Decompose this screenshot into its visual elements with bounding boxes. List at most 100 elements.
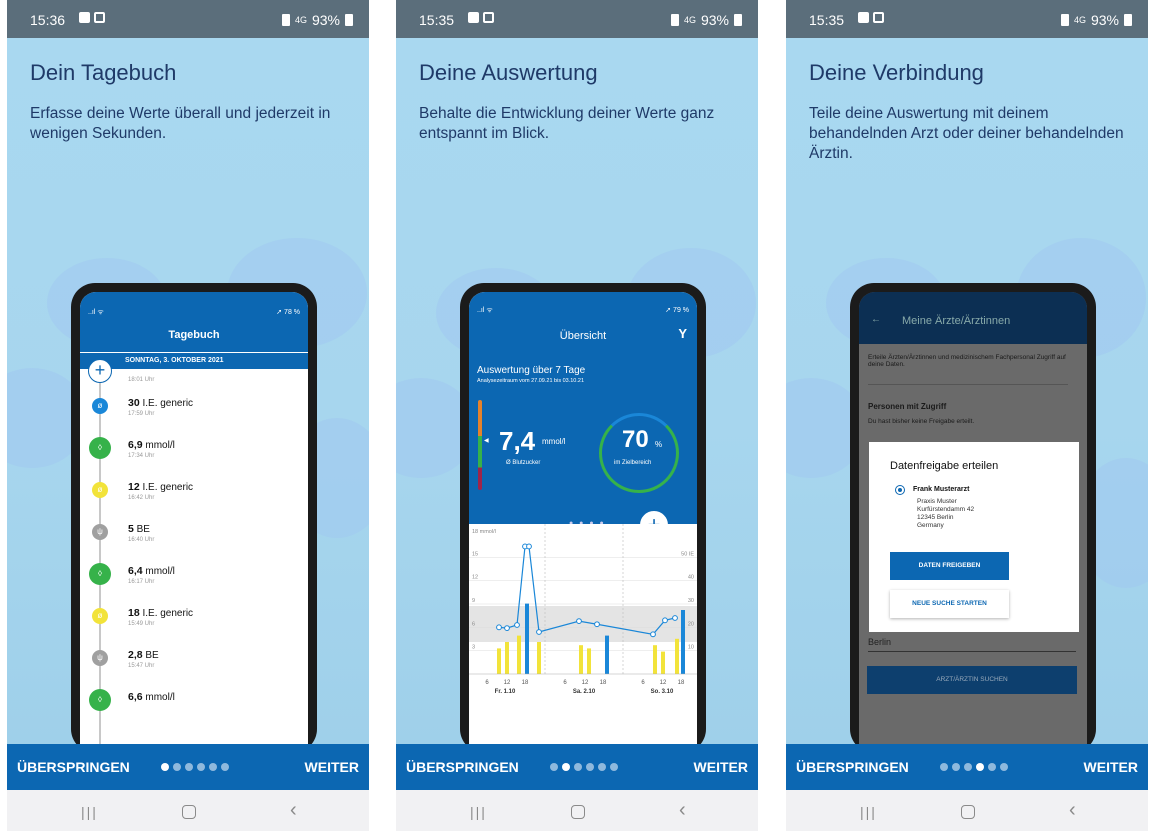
entry-time: 15:49 Uhr xyxy=(128,621,155,627)
y2-tick-label: 10 xyxy=(688,645,694,651)
page-dot xyxy=(161,763,169,771)
status-bar: 15:35 4G 93% xyxy=(786,0,1148,38)
phone-signal: ..ıl ᯤ xyxy=(88,309,104,316)
share-icon: Y xyxy=(678,326,687,341)
diary-entry: ◊ 6,9 mmol/l 17:34 Uhr xyxy=(80,437,308,477)
back-icon[interactable]: ‹ xyxy=(679,799,686,822)
share-dialog: Datenfreigabe erteilen Frank Musterarzt … xyxy=(869,442,1079,632)
y2-tick-label: 50 IE xyxy=(681,551,694,557)
next-button[interactable]: WEITER xyxy=(1084,759,1138,775)
back-icon[interactable]: ‹ xyxy=(1069,799,1076,822)
date-header: SONNTAG, 3. OKTOBER 2021 xyxy=(80,353,308,369)
home-icon[interactable] xyxy=(961,805,975,819)
phone-mockup: ..ıl ᯤ ➚ 79 % Übersicht Y Auswertung übe… xyxy=(460,283,706,753)
home-icon[interactable] xyxy=(182,805,196,819)
entry-number: 30 xyxy=(128,397,140,409)
syringe-icon: ø xyxy=(92,608,108,624)
battery-icon xyxy=(345,14,353,26)
glucose-point xyxy=(576,618,582,625)
entry-number: 6,4 xyxy=(128,565,143,577)
recent-apps-icon[interactable]: ||| xyxy=(860,804,877,820)
home-icon[interactable] xyxy=(571,805,585,819)
recent-apps-icon[interactable]: ||| xyxy=(470,804,487,820)
skip-button[interactable]: ÜBERSPRINGEN xyxy=(17,759,130,775)
diary-entry: ψ 5 BE 16:40 Uhr xyxy=(80,521,308,561)
day-label: Sa. 2.10 xyxy=(573,689,596,695)
skip-button[interactable]: ÜBERSPRINGEN xyxy=(406,759,519,775)
phone-signal: ..ıl ᯤ xyxy=(477,307,493,314)
entry-unit: I.E. generic xyxy=(139,608,194,619)
onboarding-nav: ÜBERSPRINGEN WEITER xyxy=(786,744,1148,790)
target-range-percent: 70 xyxy=(622,426,649,453)
skip-button[interactable]: ÜBERSPRINGEN xyxy=(796,759,909,775)
phone-header: ← Meine Ärzte/Ärztinnen xyxy=(859,292,1087,344)
battery-level: 93% xyxy=(1090,12,1119,28)
x-tick-label: 12 xyxy=(504,680,511,686)
x-tick-label: 12 xyxy=(582,680,589,686)
page-dot xyxy=(574,763,582,771)
status-time: 15:36 xyxy=(30,12,66,28)
battery-icon xyxy=(734,14,742,26)
add-entry-icon: + xyxy=(88,359,112,383)
access-text: Du hast bisher keine Freigabe erteilt. xyxy=(868,418,975,425)
doctor-address: Kurfürstendamm 42 xyxy=(917,506,975,513)
page-dot xyxy=(1000,763,1008,771)
page-description: Behalte die Entwicklung deiner Werte gan… xyxy=(419,105,715,142)
phone-screen: ← Meine Ärzte/Ärztinnen Erteile Ärzten/Ä… xyxy=(859,292,1087,744)
page-dot xyxy=(940,763,948,771)
drop-icon: ◊ xyxy=(89,437,111,459)
back-icon[interactable]: ‹ xyxy=(290,799,297,822)
insulin-bar xyxy=(605,635,609,674)
page-dot xyxy=(598,763,606,771)
page-dot xyxy=(197,763,205,771)
battery-saver-icon xyxy=(1060,14,1069,26)
search-doctor-button: ARZT/ÄRZTIN SUCHEN xyxy=(867,666,1077,694)
day-label: Fr. 1.10 xyxy=(495,689,516,695)
entry-time: 16:42 Uhr xyxy=(128,495,155,501)
onboarding-nav: ÜBERSPRINGEN WEITER xyxy=(7,744,369,790)
glucose-point xyxy=(672,615,678,621)
entry-number: 6,9 xyxy=(128,439,143,451)
system-nav-bar: ||| ‹ xyxy=(7,790,369,831)
signal-icon: 4G xyxy=(294,15,307,25)
phone-screen: ..ıl ᯤ ➚ 79 % Übersicht Y Auswertung übe… xyxy=(469,292,697,744)
glucose-point xyxy=(650,631,656,638)
recent-apps-icon[interactable]: ||| xyxy=(81,804,98,820)
city-field: Berlin xyxy=(868,637,892,647)
intro-text: Erteile Ärzten/Ärztinnen und medizinisch… xyxy=(868,354,1066,368)
glucose-point xyxy=(594,621,600,628)
drop-icon: ◊ xyxy=(89,563,111,585)
access-title: Personen mit Zugriff xyxy=(868,402,947,411)
share-data-button: DATEN FREIGEBEN xyxy=(890,552,1009,580)
glucose-point xyxy=(496,624,502,631)
entry-value: 6,4 mmol/l xyxy=(128,565,175,577)
entry-unit: I.E. generic xyxy=(139,398,194,409)
phone-title: Übersicht xyxy=(559,330,607,342)
page-dot xyxy=(550,763,558,771)
page-indicator xyxy=(161,763,229,771)
insulin-bar xyxy=(579,645,583,674)
fork-knife-icon: ψ xyxy=(92,524,108,540)
entry-number: 18 xyxy=(128,607,140,619)
next-button[interactable]: WEITER xyxy=(694,759,748,775)
signal-icon: 4G xyxy=(1073,15,1086,25)
new-search-button: NEUE SUCHE STARTEN xyxy=(890,590,1009,618)
page-indicator xyxy=(940,763,1008,771)
x-tick-label: 18 xyxy=(522,680,529,686)
syringe-icon: ø xyxy=(92,398,108,414)
entry-time: 17:59 Uhr xyxy=(128,411,155,417)
page-dot xyxy=(562,763,570,771)
avg-glucose-value: 7,4 xyxy=(499,426,536,456)
glucose-chart: 18 mmol/l15 50 IE12 409 306 203 106 12 18 6 12 18 6… xyxy=(469,524,697,744)
x-tick-label: 18 xyxy=(678,680,685,686)
signal-icon: 4G xyxy=(683,15,696,25)
x-tick-label: 12 xyxy=(660,680,667,686)
phone-title: Tagebuch xyxy=(168,329,220,341)
phone-mockup: ← Meine Ärzte/Ärztinnen Erteile Ärzten/Ä… xyxy=(850,283,1096,753)
next-button[interactable]: WEITER xyxy=(305,759,359,775)
notification-icons xyxy=(79,12,105,23)
diary-entry: ø 12 I.E. generic 16:42 Uhr xyxy=(80,479,308,519)
insulin-bar xyxy=(505,642,509,674)
avg-glucose-unit: mmol/l xyxy=(542,437,566,446)
syringe-icon: ø xyxy=(92,482,108,498)
